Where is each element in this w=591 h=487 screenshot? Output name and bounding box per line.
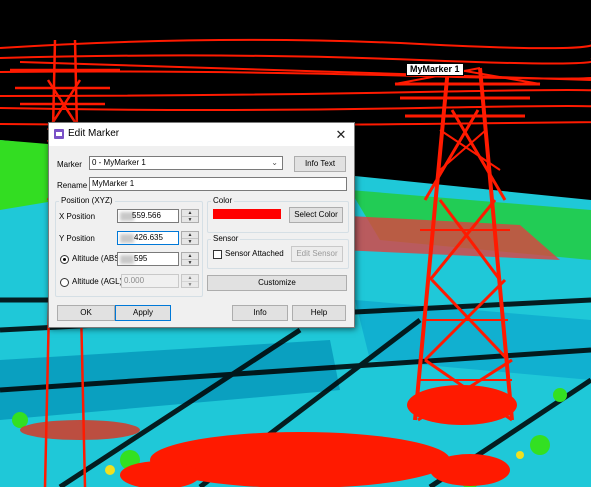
y-position-spinner[interactable]: ▲ ▼ xyxy=(181,231,199,245)
sensor-attached-checkbox[interactable] xyxy=(213,250,222,259)
marker-label: Marker xyxy=(57,160,82,169)
dialog-title: Edit Marker xyxy=(68,128,120,139)
chevron-down-icon: ⌄ xyxy=(271,158,278,167)
scene-marker-label[interactable]: MyMarker 1 xyxy=(406,63,464,76)
app-icon xyxy=(54,129,64,139)
altitude-agl-radio[interactable] xyxy=(60,278,69,287)
marker-select[interactable]: 0 - MyMarker 1 ⌄ xyxy=(89,156,283,170)
title-bar[interactable]: Edit Marker ✕ xyxy=(49,123,354,146)
x-position-input[interactable]: 559.566 xyxy=(117,209,179,223)
close-icon[interactable]: ✕ xyxy=(328,123,354,146)
altitude-agl-label: Altitude (AGL) xyxy=(72,277,123,286)
edit-sensor-button[interactable]: Edit Sensor xyxy=(291,246,343,262)
ok-button[interactable]: OK xyxy=(57,305,115,321)
position-group-label: Position (XYZ) xyxy=(59,196,115,206)
altitude-abs-radio[interactable] xyxy=(60,255,69,264)
apply-button[interactable]: Apply xyxy=(115,305,171,321)
x-position-label: X Position xyxy=(59,212,96,221)
rename-label: Rename xyxy=(57,181,88,190)
marker-select-value: 0 - MyMarker 1 xyxy=(92,158,146,167)
y-position-label: Y Position xyxy=(59,234,95,243)
edit-marker-dialog: Edit Marker ✕ Marker 0 - MyMarker 1 ⌄ In… xyxy=(48,122,355,328)
help-button[interactable]: Help xyxy=(292,305,346,321)
info-text-button[interactable]: Info Text xyxy=(294,156,346,172)
select-color-button[interactable]: Select Color xyxy=(289,207,343,223)
color-group-label: Color xyxy=(211,196,235,206)
altitude-agl-spinner[interactable]: ▲ ▼ xyxy=(181,274,199,288)
rename-input[interactable]: MyMarker 1 xyxy=(89,177,347,191)
customize-button[interactable]: Customize xyxy=(207,275,347,291)
altitude-agl-input[interactable]: 0.000 xyxy=(121,274,179,288)
y-position-input[interactable]: 426.635 xyxy=(117,231,179,245)
sensor-group-label: Sensor xyxy=(211,234,241,244)
color-swatch[interactable] xyxy=(213,209,281,219)
info-button[interactable]: Info xyxy=(232,305,288,321)
altitude-abs-input[interactable]: 595 xyxy=(117,252,179,266)
altitude-abs-spinner[interactable]: ▲ ▼ xyxy=(181,252,199,266)
altitude-abs-label: Altitude (ABS) xyxy=(72,254,123,263)
sensor-attached-label: Sensor Attached xyxy=(225,249,284,258)
